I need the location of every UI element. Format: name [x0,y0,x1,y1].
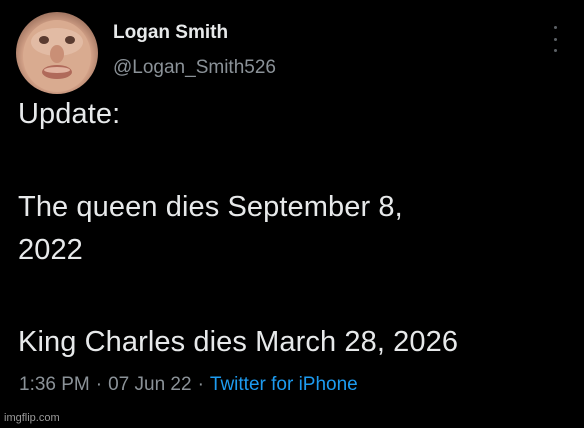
watermark: imgflip.com [4,412,60,424]
ellipsis-dot [553,49,557,52]
tweet-card: Logan Smith @Logan_Smith526 Update: The … [0,0,584,428]
author-display-name[interactable]: Logan Smith [113,22,228,44]
separator: · [197,374,204,395]
tweet-time[interactable]: 1:36 PM [19,374,90,395]
author-handle[interactable]: @Logan_Smith526 [113,57,276,79]
separator: · [95,374,103,395]
tweet-metadata: 1:36 PM · 07 Jun 22 · Twitter for iPhone [19,374,358,396]
tweet-source-link[interactable]: Twitter for iPhone [210,374,358,395]
tweet-text-line: King Charles dies March 28, 2026 [18,326,459,358]
avatar[interactable] [16,12,98,94]
ellipsis-dot [553,37,557,41]
tweet-text-line: 2022 [18,234,83,266]
tweet-date[interactable]: 07 Jun 22 [108,374,191,395]
tweet-text-line: The queen dies September 8, [18,191,403,223]
ellipsis-dot [553,26,557,29]
avatar-face-image [23,20,91,92]
vertical-ellipsis-icon[interactable] [548,26,562,52]
tweet-text-line: Update: [18,98,121,130]
